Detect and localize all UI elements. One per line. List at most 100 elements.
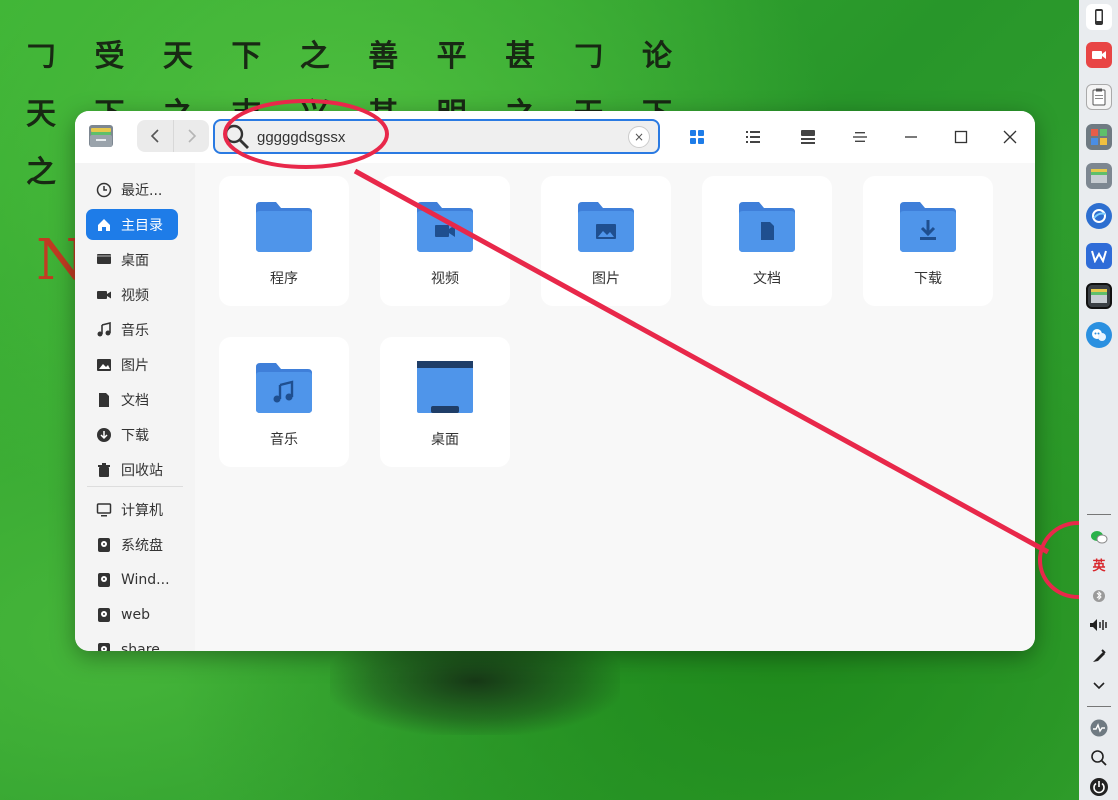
minimize-icon bbox=[905, 136, 917, 138]
chevron-down-icon[interactable] bbox=[1088, 675, 1110, 697]
folder-icon bbox=[256, 202, 312, 252]
volume-icon[interactable] bbox=[1088, 614, 1110, 636]
folder-label: 音乐 bbox=[270, 432, 298, 448]
folder-label: 文档 bbox=[753, 271, 781, 287]
search-input[interactable] bbox=[257, 127, 617, 147]
sidebar-item-label: 最近... bbox=[121, 182, 163, 199]
file-manager-icon[interactable] bbox=[1086, 163, 1112, 189]
sidebar-item-pictures[interactable]: 图片 bbox=[86, 349, 178, 380]
disk-icon bbox=[93, 572, 115, 588]
maximize-icon bbox=[954, 130, 968, 144]
sidebar-item-label: 主目录 bbox=[121, 217, 163, 234]
desktop-folder-icon bbox=[417, 361, 473, 413]
folder-programs[interactable]: 程序 bbox=[219, 176, 349, 306]
sidebar-item-recent[interactable]: 最近... bbox=[86, 174, 178, 205]
sidebar-item-label: 系统盘 bbox=[121, 537, 163, 554]
trash-icon bbox=[93, 462, 115, 478]
download-folder-icon bbox=[900, 202, 956, 252]
sidebar-item-label: 音乐 bbox=[121, 322, 149, 339]
navigation-buttons bbox=[137, 120, 209, 152]
file-grid: 程序 视频 图片 文档 下载 音乐 桌面 bbox=[195, 163, 1035, 651]
computer-icon bbox=[93, 502, 115, 518]
list-view-icon bbox=[746, 131, 760, 143]
folder-label: 图片 bbox=[592, 271, 620, 287]
close-button[interactable] bbox=[996, 123, 1024, 151]
sidebar-item-label: 计算机 bbox=[121, 502, 163, 519]
close-icon bbox=[1003, 130, 1017, 144]
sidebar-item-label: web bbox=[121, 606, 150, 623]
list-view-button[interactable] bbox=[741, 125, 765, 149]
dock-divider bbox=[1087, 514, 1111, 515]
chevron-left-icon bbox=[150, 129, 159, 143]
picture-icon bbox=[93, 357, 115, 373]
music-icon bbox=[93, 321, 115, 338]
menu-button[interactable] bbox=[848, 125, 872, 149]
bluetooth-icon[interactable] bbox=[1088, 585, 1110, 607]
wechat-tray-icon[interactable] bbox=[1088, 526, 1110, 548]
folder-label: 桌面 bbox=[431, 432, 459, 448]
clear-search-button[interactable]: × bbox=[628, 126, 650, 148]
monitor-icon[interactable] bbox=[1088, 717, 1110, 739]
folder-downloads[interactable]: 下载 bbox=[863, 176, 993, 306]
input-method-icon[interactable]: 英 bbox=[1088, 553, 1110, 575]
folder-desktop[interactable]: 桌面 bbox=[380, 337, 510, 467]
sidebar-item-label: 视频 bbox=[121, 287, 149, 304]
sidebar-item-system-disk[interactable]: 系统盘 bbox=[86, 529, 178, 560]
screen-record-icon[interactable] bbox=[1086, 42, 1112, 68]
titlebar: × bbox=[75, 111, 1035, 163]
folder-videos[interactable]: 视频 bbox=[380, 176, 510, 306]
wallpaper-ink-blot bbox=[330, 645, 620, 735]
clipboard-icon[interactable] bbox=[1086, 84, 1112, 110]
folder-music[interactable]: 音乐 bbox=[219, 337, 349, 467]
disk-icon bbox=[93, 642, 115, 651]
phone-icon[interactable] bbox=[1086, 4, 1112, 30]
file-manager-app-icon bbox=[89, 125, 113, 147]
sidebar-item-label: 回收站 bbox=[121, 462, 163, 479]
search-box[interactable]: × bbox=[213, 119, 660, 154]
browser-icon[interactable] bbox=[1086, 203, 1112, 229]
document-icon bbox=[93, 392, 115, 408]
clock-icon bbox=[93, 182, 115, 198]
sidebar-item-share[interactable]: share bbox=[86, 634, 178, 651]
pen-icon[interactable] bbox=[1088, 645, 1110, 667]
maximize-button[interactable] bbox=[947, 123, 975, 151]
dock-divider bbox=[1087, 706, 1111, 707]
wps-icon[interactable] bbox=[1086, 243, 1112, 269]
sidebar-item-label: share bbox=[121, 641, 160, 652]
sidebar-item-desktop[interactable]: 桌面 bbox=[86, 244, 178, 275]
forward-button[interactable] bbox=[173, 120, 209, 152]
sidebar-item-videos[interactable]: 视频 bbox=[86, 279, 178, 310]
icon-view-button[interactable] bbox=[685, 125, 709, 149]
music-folder-icon bbox=[256, 363, 312, 413]
sidebar-item-downloads[interactable]: 下载 bbox=[86, 419, 178, 450]
minimize-button[interactable] bbox=[897, 123, 925, 151]
taskbar-dock: 英 bbox=[1079, 0, 1118, 800]
folder-label: 程序 bbox=[270, 271, 298, 287]
sidebar-item-computer[interactable]: 计算机 bbox=[86, 494, 178, 525]
sidebar-item-home[interactable]: 主目录 bbox=[86, 209, 178, 240]
sidebar-item-label: 图片 bbox=[121, 357, 149, 374]
sidebar-item-label: 下载 bbox=[121, 427, 149, 444]
sidebar-item-label: 文档 bbox=[121, 392, 149, 409]
disk-icon bbox=[93, 607, 115, 623]
power-icon[interactable] bbox=[1088, 776, 1110, 798]
file-manager-active-icon[interactable] bbox=[1086, 283, 1112, 309]
grid-view-icon bbox=[690, 130, 704, 144]
sidebar-item-music[interactable]: 音乐 bbox=[86, 314, 178, 345]
sidebar-item-documents[interactable]: 文档 bbox=[86, 384, 178, 415]
chat-icon[interactable] bbox=[1086, 322, 1112, 348]
back-button[interactable] bbox=[137, 120, 173, 152]
sidebar-item-trash[interactable]: 回收站 bbox=[86, 454, 178, 485]
tree-view-button[interactable] bbox=[796, 125, 820, 149]
folder-label: 视频 bbox=[431, 271, 459, 287]
calculator-icon[interactable] bbox=[1086, 124, 1112, 150]
folder-pictures[interactable]: 图片 bbox=[541, 176, 671, 306]
sidebar-item-web[interactable]: web bbox=[86, 599, 178, 630]
document-folder-icon bbox=[739, 202, 795, 252]
search-icon[interactable] bbox=[1088, 747, 1110, 769]
sidebar-item-label: Wind... bbox=[121, 571, 170, 588]
disk-icon bbox=[93, 537, 115, 553]
home-icon bbox=[93, 217, 115, 233]
folder-documents[interactable]: 文档 bbox=[702, 176, 832, 306]
sidebar-item-windows-disk[interactable]: Wind... bbox=[86, 564, 178, 595]
